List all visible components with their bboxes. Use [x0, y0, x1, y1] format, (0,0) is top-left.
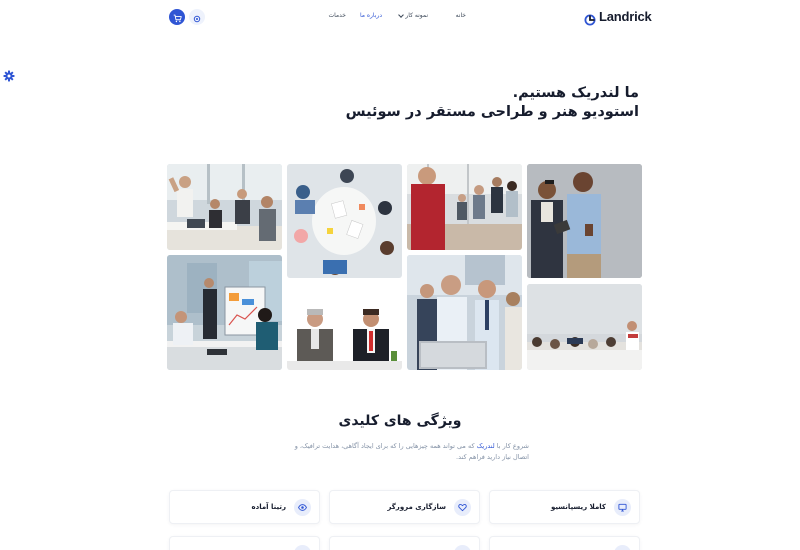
eye-icon [294, 499, 311, 516]
feature-icon [614, 545, 631, 550]
brand-name: Landrick [599, 9, 652, 24]
feature-card-label: کاملا ریسپانسیو [550, 503, 606, 511]
nav-services[interactable]: خدمات [328, 12, 346, 19]
feature-card-label: سازگاری مرورگر [387, 503, 446, 511]
nav-portfolio-label: نمونه کار [405, 12, 428, 19]
logo-mark-icon [584, 11, 596, 25]
feature-card-partial[interactable] [329, 536, 480, 550]
gallery-photo-office-team-celebrating[interactable] [167, 164, 282, 250]
monitor-icon [614, 499, 631, 516]
heart-icon [454, 499, 471, 516]
feature-card-label: رتینا آماده [251, 503, 286, 511]
cart-button[interactable] [169, 9, 185, 25]
gallery-photo-business-team-laptop[interactable] [407, 255, 522, 370]
hero-line-1: ما لندریک هستیم. [512, 85, 639, 101]
features-desc-before: شروع کار با [494, 442, 529, 450]
feature-icon [454, 545, 471, 550]
feature-card-responsive[interactable]: کاملا ریسپانسیو [489, 490, 640, 524]
features-title: ویژگی های کلیدی [338, 413, 462, 429]
gallery-photo-whiteboard-presentation[interactable] [167, 255, 282, 370]
feature-card-partial[interactable] [489, 536, 640, 550]
gear-icon[interactable] [3, 67, 15, 82]
feature-card-partial[interactable] [169, 536, 320, 550]
gallery-photo-top-view-meeting-table[interactable] [287, 164, 402, 278]
cart-icon [173, 8, 182, 27]
gallery-photo-tired-team-meeting[interactable] [527, 284, 642, 370]
settings-button[interactable] [189, 9, 205, 25]
gallery-photo-two-colleagues-with-tablet[interactable] [527, 164, 642, 278]
nav-home[interactable]: خانه [456, 12, 466, 19]
feature-card-browser[interactable]: سازگاری مرورگر [329, 490, 480, 524]
top-navbar: Landrick خانه نمونه کار درباره ما خدمات [0, 0, 800, 34]
feature-card-retina[interactable]: رتینا آماده [169, 490, 320, 524]
features-description: شروع کار با لندریک که می تواند همه چیزها… [285, 441, 529, 463]
settings-icon [193, 8, 201, 27]
nav-about[interactable]: درباره ما [360, 12, 382, 19]
gallery-photo-presenter-red-sweater[interactable] [407, 164, 522, 250]
chevron-down-icon [398, 11, 405, 18]
hero-line-2: استودیو هنر و طراحی مستقر در سوئیس [345, 104, 639, 120]
gallery-photo-two-men-discussion[interactable] [287, 283, 402, 370]
features-desc-brand-link[interactable]: لندریک [477, 442, 495, 450]
nav-portfolio[interactable]: نمونه کار [398, 11, 428, 19]
brand-logo[interactable]: Landrick [584, 9, 652, 25]
main-nav: خانه نمونه کار درباره ما خدمات [320, 11, 466, 22]
feature-icon [294, 545, 311, 550]
hero-heading: ما لندریک هستیم. استودیو هنر و طراحی مست… [346, 84, 639, 122]
